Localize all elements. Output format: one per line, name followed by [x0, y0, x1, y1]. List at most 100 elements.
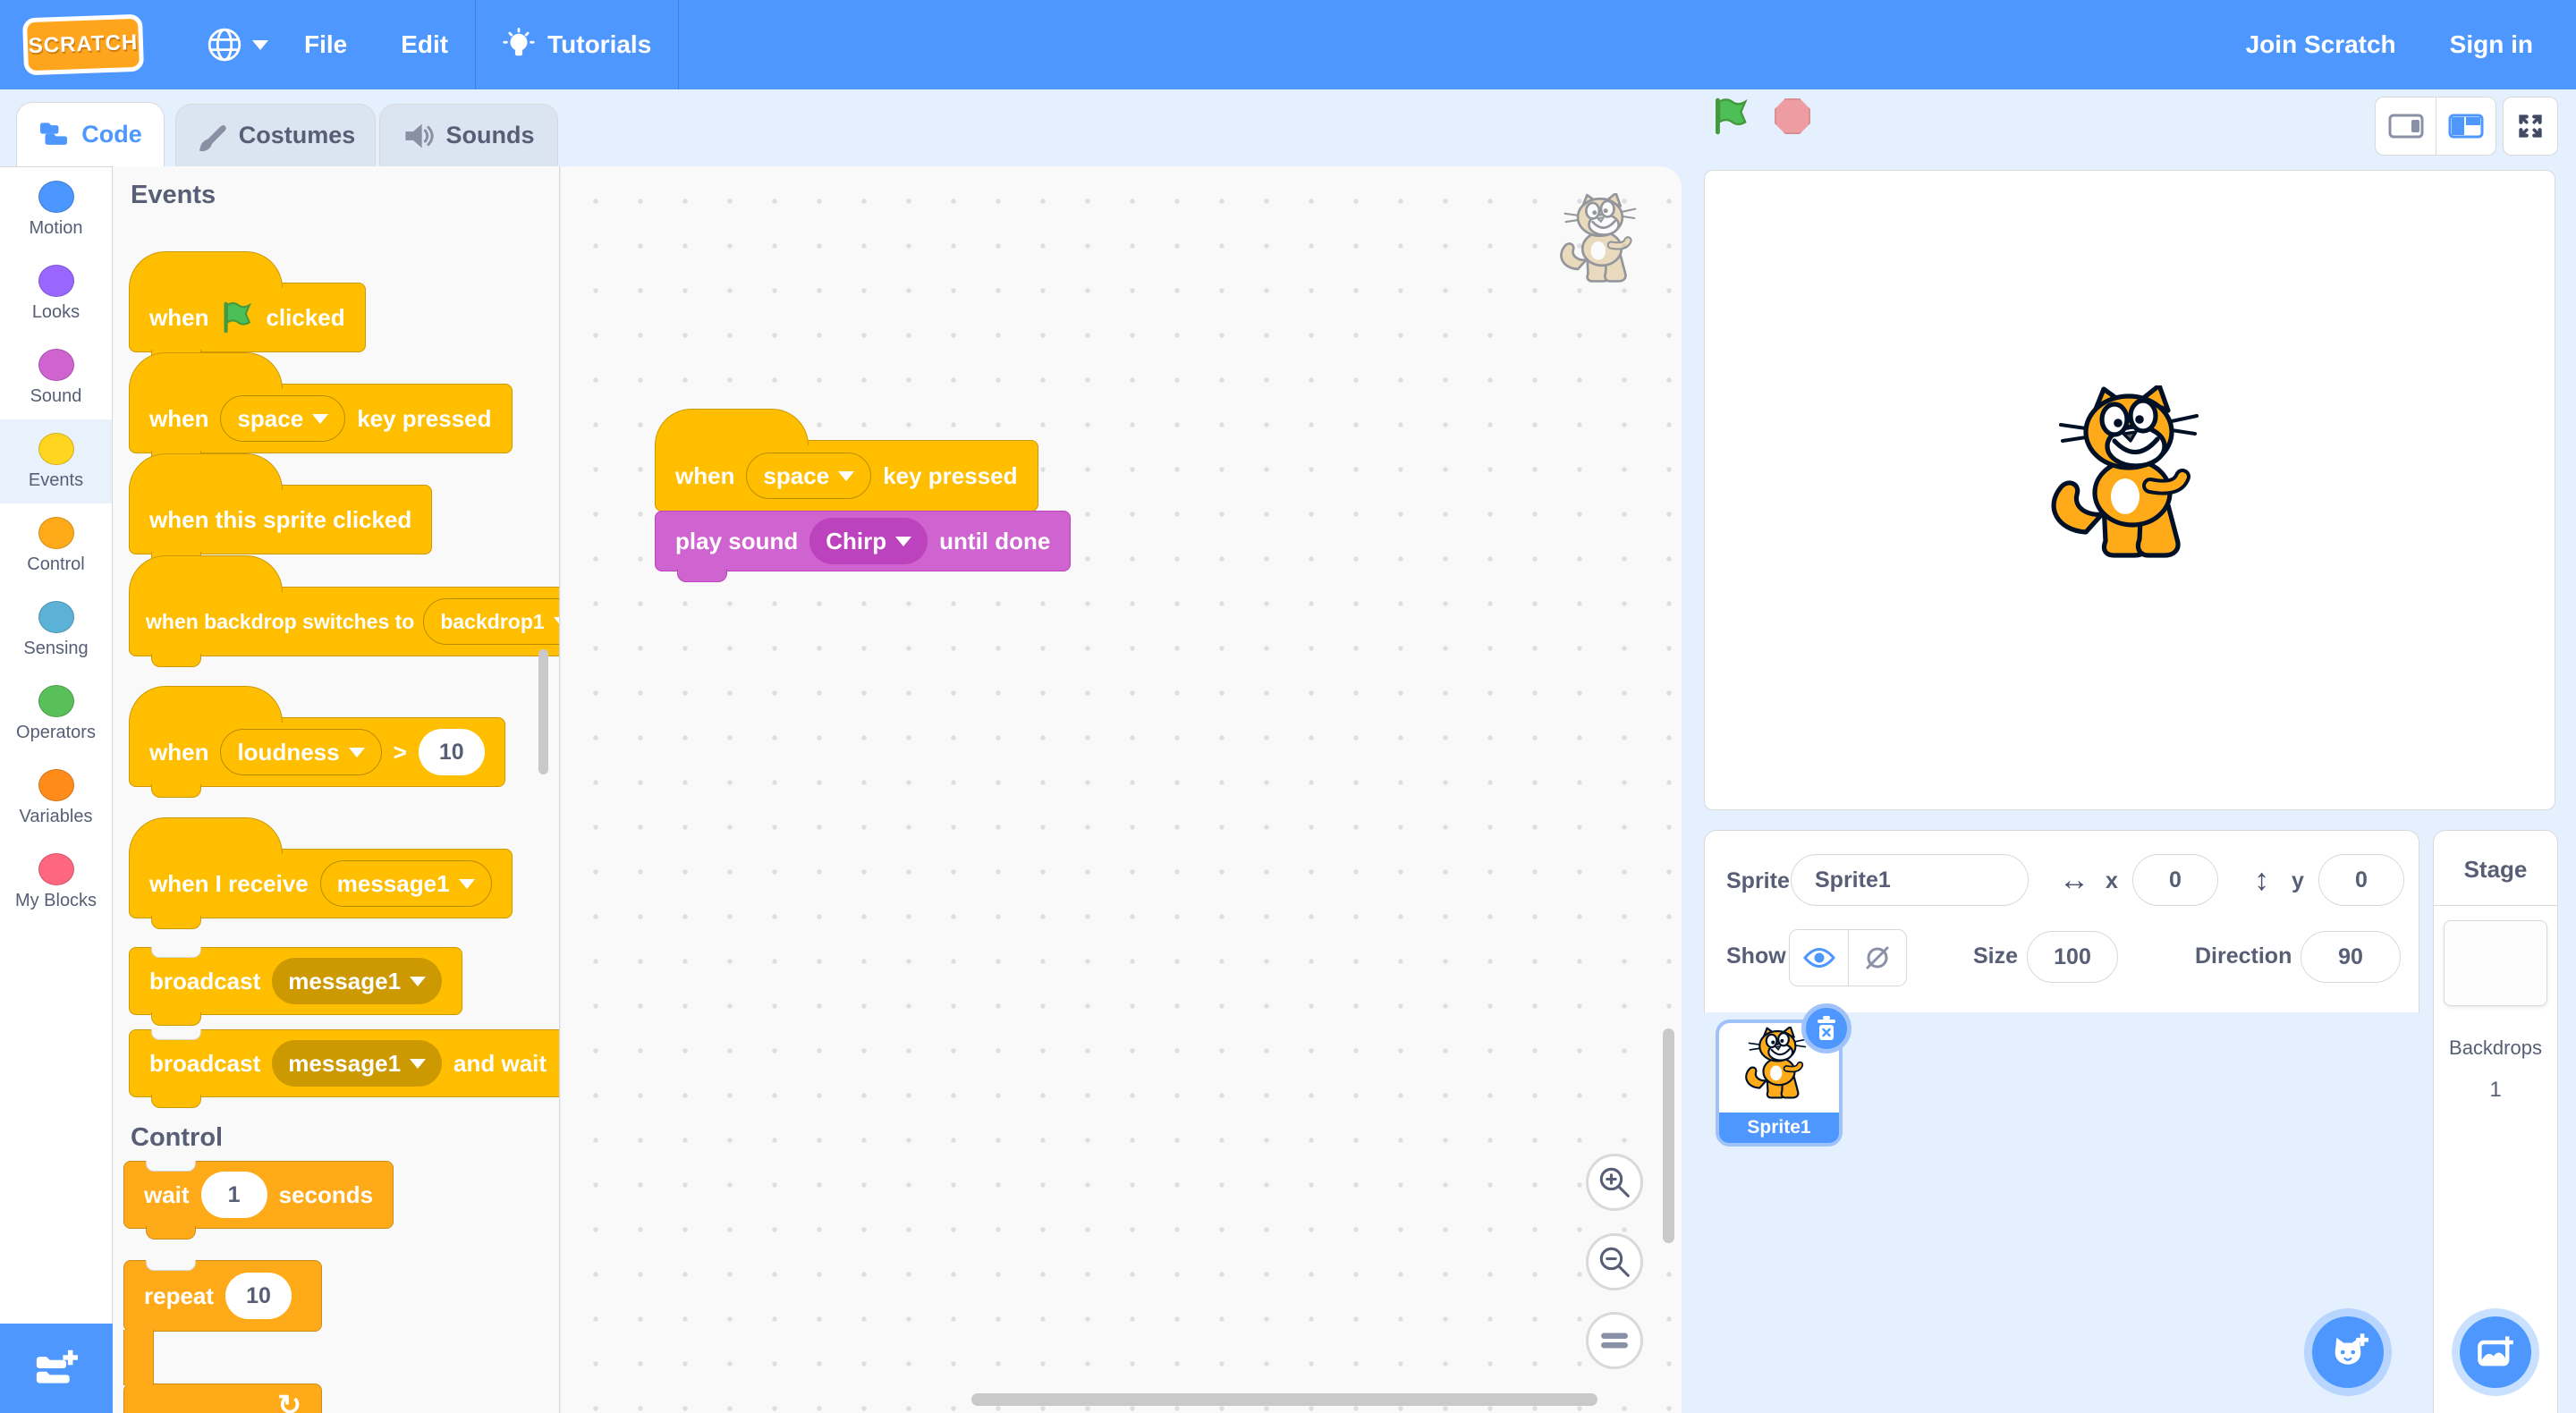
block-when-key-pressed[interactable]: when space key pressed: [129, 352, 513, 464]
trash-icon: [1818, 1016, 1835, 1040]
fullscreen-button[interactable]: [2503, 97, 2558, 156]
large-stage-button[interactable]: [2436, 97, 2496, 155]
palette-section-events: Events: [131, 181, 216, 209]
delete-sprite-button[interactable]: [1801, 1003, 1852, 1053]
sidebar-item-variables[interactable]: Variables: [0, 756, 112, 840]
script-play-sound-until-done[interactable]: play sound Chirp until done: [655, 511, 1072, 582]
wait-value-input[interactable]: 1: [200, 1172, 267, 1218]
size-label: Size: [1973, 943, 2019, 969]
stage-panel-title: Stage: [2463, 856, 2528, 883]
stage-sprite-cat[interactable]: [2043, 385, 2222, 582]
stage-size-toggle: [2375, 97, 2496, 156]
direction-input[interactable]: [2301, 931, 2401, 983]
scratch-logo[interactable]: SCRATCH: [21, 13, 145, 76]
broadcast-dropdown[interactable]: message1: [272, 1040, 443, 1087]
chevron-down-icon: [895, 536, 912, 546]
message-dropdown[interactable]: message1: [319, 860, 492, 907]
loudness-value-input[interactable]: 10: [418, 729, 485, 775]
block-wait-seconds[interactable]: wait 1 seconds: [123, 1161, 394, 1240]
top-menu-bar: SCRATCH File Edit Tutorials Join Scratch: [0, 0, 2576, 89]
sidebar-item-myblocks[interactable]: My Blocks: [0, 840, 112, 924]
loudness-dropdown[interactable]: loudness: [220, 729, 382, 775]
key-dropdown[interactable]: space: [220, 395, 346, 442]
tab-code[interactable]: Code: [16, 102, 165, 166]
block-repeat-spine[interactable]: [123, 1330, 154, 1385]
language-menu[interactable]: [197, 26, 277, 63]
sidebar-item-motion[interactable]: Motion: [0, 167, 112, 251]
zoom-reset-button[interactable]: [1586, 1312, 1643, 1369]
sidebar-item-sound[interactable]: Sound: [0, 335, 112, 419]
large-stage-icon: [2448, 114, 2484, 139]
sprite-tile-name: Sprite1: [1719, 1113, 1839, 1143]
repeat-value-input[interactable]: 10: [225, 1273, 292, 1319]
visibility-toggle: [1789, 929, 1907, 986]
tab-sounds[interactable]: Sounds: [379, 104, 558, 166]
hide-sprite-button[interactable]: [1848, 930, 1906, 986]
variables-color-dot: [38, 768, 74, 801]
script-when-key-pressed[interactable]: when space key pressed: [655, 409, 1038, 512]
chevron-down-icon: [312, 413, 329, 424]
stop-button[interactable]: [1775, 98, 1810, 134]
size-input[interactable]: [2027, 931, 2118, 983]
chevron-down-icon: [458, 878, 475, 889]
zoom-out-button[interactable]: [1586, 1233, 1643, 1290]
add-sprite-icon: [2334, 1333, 2368, 1365]
add-sprite-button[interactable]: [2312, 1316, 2384, 1388]
small-stage-icon: [2388, 114, 2423, 139]
backdrop-thumbnail[interactable]: [2444, 920, 2547, 1006]
zoom-out-icon: [1599, 1247, 1630, 1277]
block-when-loudness[interactable]: when loudness > 10: [129, 686, 505, 798]
palette-scrollbar[interactable]: [538, 649, 548, 774]
motion-color-dot: [38, 180, 74, 213]
tab-costumes[interactable]: Costumes: [175, 104, 376, 166]
sidebar-item-operators[interactable]: Operators: [0, 672, 112, 756]
backdrops-label: Backdrops: [2449, 1036, 2542, 1059]
code-workspace[interactable]: when space key pressed play sound Chirp …: [561, 166, 1682, 1413]
block-when-i-receive[interactable]: when I receive message1: [129, 817, 513, 929]
zoom-in-icon: [1599, 1167, 1630, 1197]
add-backdrop-button[interactable]: [2460, 1316, 2531, 1388]
y-position-input[interactable]: [2318, 854, 2404, 906]
show-sprite-button[interactable]: [1790, 930, 1848, 986]
edit-menu[interactable]: Edit: [374, 0, 475, 89]
zoom-in-button[interactable]: [1586, 1154, 1643, 1211]
x-position-input[interactable]: [2132, 854, 2218, 906]
chevron-down-icon: [553, 616, 559, 627]
sign-in-link[interactable]: Sign in: [2423, 0, 2560, 89]
broadcast-dropdown[interactable]: message1: [272, 958, 443, 1004]
green-flag-button[interactable]: [1712, 97, 1750, 136]
stage-viewport[interactable]: [1704, 170, 2555, 810]
tutorials-menu[interactable]: Tutorials: [476, 0, 678, 89]
key-dropdown[interactable]: space: [746, 453, 872, 499]
direction-label: Direction: [2195, 943, 2292, 969]
sidebar-item-looks[interactable]: Looks: [0, 251, 112, 335]
sidebar-item-events[interactable]: Events: [0, 419, 112, 503]
file-menu[interactable]: File: [277, 0, 374, 89]
sound-dropdown[interactable]: Chirp: [809, 518, 928, 564]
backdrop-dropdown[interactable]: backdrop1: [423, 598, 559, 645]
block-broadcast[interactable]: broadcast message1: [129, 947, 463, 1026]
workspace-horizontal-scrollbar[interactable]: [971, 1393, 1597, 1406]
block-when-flag-clicked[interactable]: when clicked: [129, 251, 366, 363]
x-label: x: [2106, 868, 2118, 893]
block-repeat-footer[interactable]: ↻: [123, 1383, 322, 1413]
block-when-sprite-clicked[interactable]: when this sprite clicked: [129, 453, 433, 565]
block-when-backdrop-switches[interactable]: when backdrop switches to backdrop1: [129, 555, 559, 667]
add-extension-button[interactable]: [0, 1324, 113, 1413]
block-broadcast-and-wait[interactable]: broadcast message1 and wait: [129, 1029, 559, 1108]
looks-color-dot: [38, 264, 74, 297]
sprite-info-panel: Sprite ↔ x ↕ y Show Size Direction: [1704, 830, 2419, 1012]
palette-section-control: Control: [131, 1123, 224, 1152]
sidebar-item-control[interactable]: Control: [0, 503, 112, 588]
add-extension-icon: [36, 1350, 78, 1383]
control-color-dot: [38, 516, 74, 549]
sidebar-item-sensing[interactable]: Sensing: [0, 588, 112, 672]
workspace-vertical-scrollbar[interactable]: [1663, 1028, 1674, 1243]
speaker-icon: [404, 123, 434, 148]
block-palette[interactable]: Events when clicked when space key press…: [113, 166, 560, 1413]
join-scratch-link[interactable]: Join Scratch: [2219, 0, 2423, 89]
block-repeat[interactable]: repeat 10: [123, 1260, 322, 1332]
sprite-name-input[interactable]: [1791, 854, 2029, 906]
block-categories-sidebar: Motion Looks Sound Events Control Sensin…: [0, 166, 113, 1324]
small-stage-button[interactable]: [2376, 97, 2436, 155]
